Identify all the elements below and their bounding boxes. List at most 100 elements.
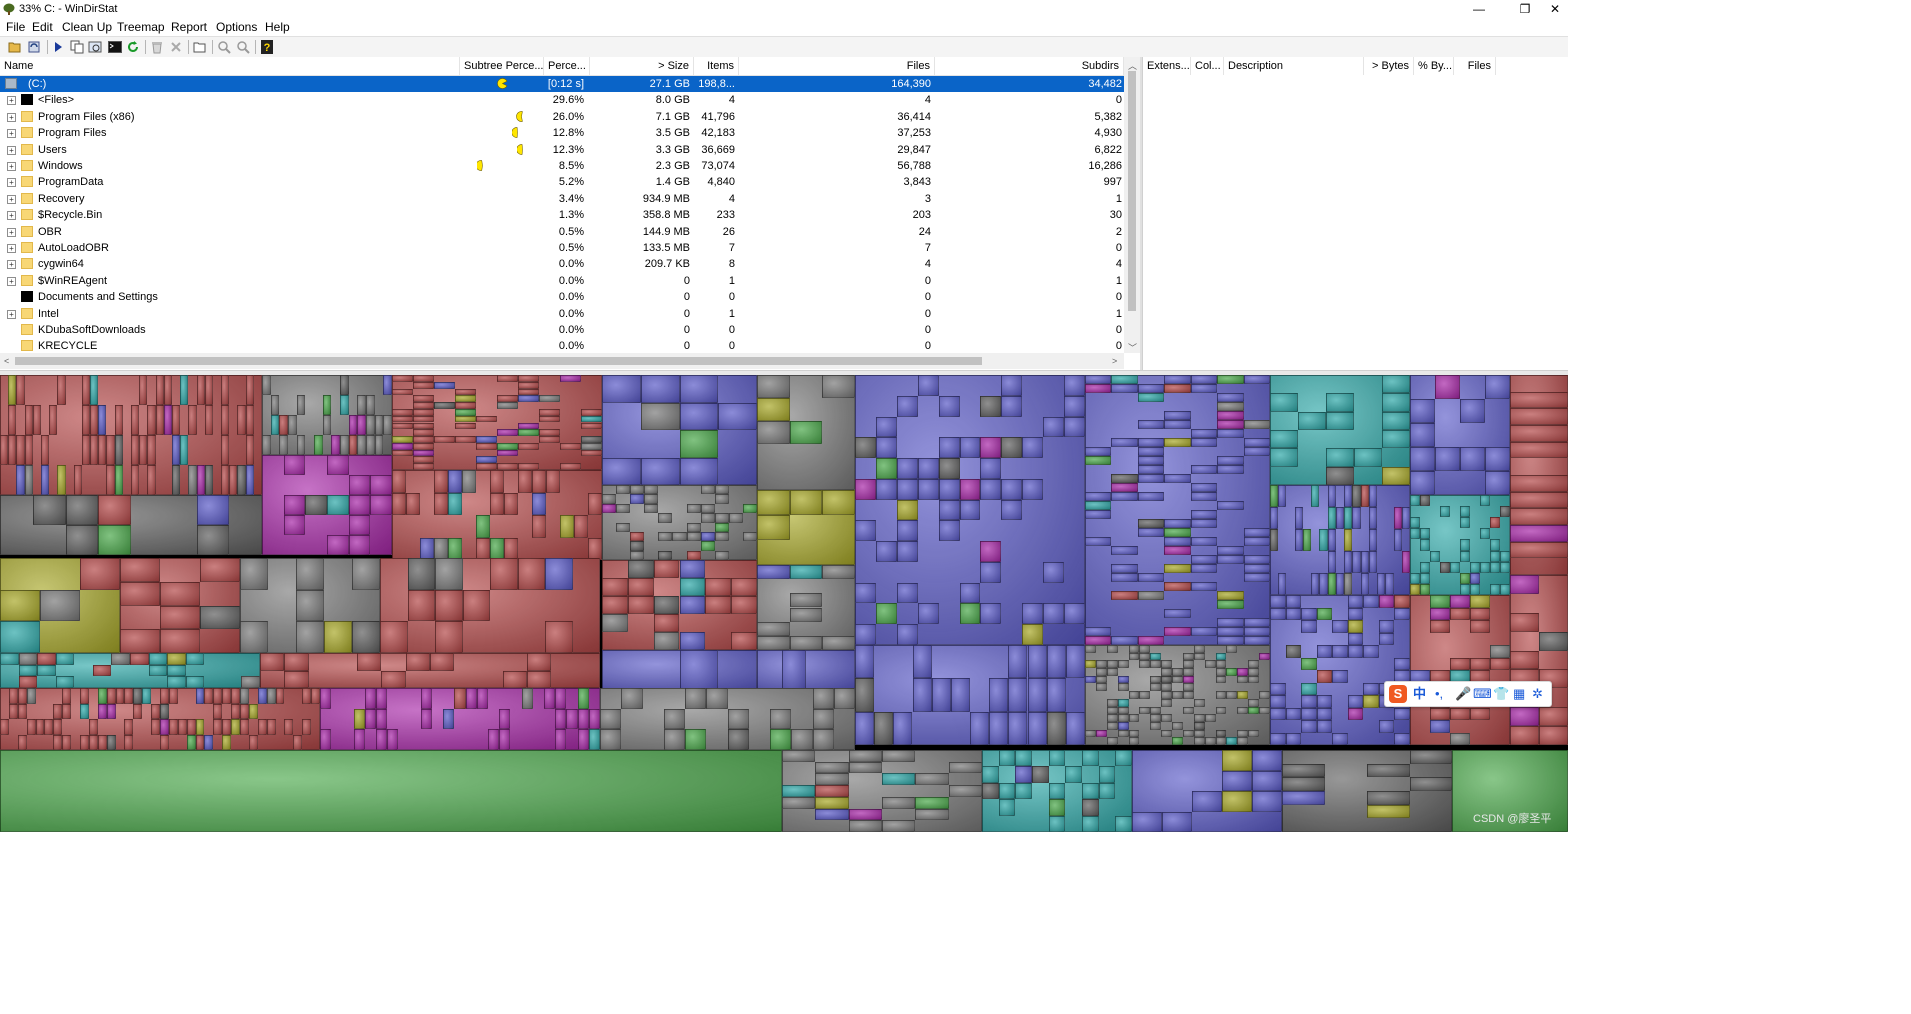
treemap-block[interactable] [560, 515, 574, 538]
treemap-block[interactable] [1164, 474, 1191, 483]
treemap-block[interactable] [1282, 777, 1325, 791]
treemap-block[interactable] [679, 402, 719, 430]
treemap-block[interactable] [1085, 447, 1112, 456]
treemap-block[interactable] [1480, 528, 1490, 540]
treemap-block[interactable] [1252, 791, 1282, 812]
treemap-block[interactable] [26, 719, 36, 735]
treemap-block[interactable] [1360, 573, 1369, 595]
treemap-block[interactable] [1226, 668, 1238, 676]
treemap-block[interactable] [1332, 670, 1348, 683]
treemap-block[interactable] [1137, 438, 1165, 447]
treemap-block[interactable] [1190, 384, 1218, 393]
table-row[interactable]: + Recovery 3.4% 934.9 MB 4 3 1 [0, 191, 1124, 207]
treemap-block[interactable] [1082, 799, 1099, 816]
treemap-block[interactable] [658, 513, 673, 523]
treemap-block[interactable] [1352, 485, 1361, 507]
treemap-block[interactable] [139, 435, 148, 465]
treemap-block[interactable] [186, 719, 196, 735]
treemap-block[interactable] [1490, 561, 1500, 573]
treemap-block[interactable] [1394, 607, 1410, 620]
treemap-block[interactable] [490, 558, 518, 590]
treemap-block[interactable] [0, 653, 19, 665]
treemap-block[interactable] [1106, 668, 1118, 676]
treemap-block[interactable] [1182, 660, 1194, 669]
treemap-block[interactable] [875, 416, 897, 438]
treemap-block[interactable] [1460, 539, 1470, 551]
treemap-block[interactable] [574, 515, 588, 538]
treemap-block[interactable] [407, 589, 435, 622]
treemap-block[interactable] [757, 635, 790, 650]
treemap-block[interactable] [160, 719, 169, 735]
treemap-block[interactable] [679, 430, 719, 458]
column-header-bytes[interactable]: > Bytes [1364, 57, 1414, 75]
treemap-block[interactable] [1111, 546, 1138, 555]
treemap-block[interactable] [221, 375, 230, 405]
treemap-block[interactable] [353, 708, 365, 730]
treemap-block[interactable] [163, 405, 172, 435]
treemap-block[interactable] [980, 541, 1002, 562]
treemap-block[interactable] [1237, 706, 1249, 715]
treemap-block[interactable] [1394, 732, 1410, 745]
treemap-block[interactable] [980, 395, 1002, 417]
treemap-block[interactable] [1193, 729, 1205, 738]
treemap-block[interactable] [124, 688, 134, 704]
treemap-block[interactable] [497, 402, 518, 409]
treemap-block[interactable] [455, 388, 476, 396]
treemap-block[interactable] [1335, 573, 1345, 595]
treemap-block[interactable] [822, 565, 855, 580]
treemap-block[interactable] [348, 435, 358, 455]
treemap-block[interactable] [1115, 750, 1132, 767]
treemap-block[interactable] [1460, 506, 1470, 518]
treemap-block[interactable] [938, 437, 960, 459]
treemap-block[interactable] [1420, 572, 1430, 584]
treemap-block[interactable] [1243, 375, 1270, 384]
treemap-block[interactable] [106, 688, 116, 704]
treemap-block[interactable] [1164, 546, 1191, 555]
table-row[interactable]: + $Recycle.Bin 1.3% 358.8 MB 233 203 30 [0, 207, 1124, 223]
treemap-block[interactable] [413, 436, 434, 443]
menu-clean-up[interactable]: Clean Up [62, 20, 112, 34]
treemap-block[interactable] [527, 653, 552, 671]
treemap-block[interactable] [714, 550, 729, 560]
treemap-block[interactable] [714, 531, 729, 542]
open-icon[interactable] [7, 39, 23, 55]
treemap-block[interactable] [1095, 683, 1107, 692]
treemap-block[interactable] [938, 478, 960, 500]
treemap-block[interactable] [912, 678, 932, 712]
treemap-block[interactable] [1032, 766, 1049, 783]
treemap-block[interactable] [1311, 485, 1320, 507]
treemap-block[interactable] [504, 492, 518, 515]
treemap-block[interactable] [296, 558, 324, 590]
treemap-block[interactable] [1470, 583, 1480, 595]
treemap-block[interactable] [896, 458, 918, 479]
treemap-block[interactable] [518, 429, 539, 437]
treemap-block[interactable] [413, 402, 434, 409]
skin-icon[interactable]: 👕 [1493, 685, 1509, 703]
treemap-block[interactable] [700, 513, 715, 523]
treemap-block[interactable] [383, 375, 392, 395]
treemap-block[interactable] [383, 415, 392, 435]
treemap-block[interactable] [982, 766, 999, 783]
treemap-block[interactable] [1352, 551, 1361, 573]
treemap-block[interactable] [653, 560, 680, 578]
menu-edit[interactable]: Edit [32, 20, 53, 34]
treemap-block[interactable] [1270, 732, 1286, 745]
treemap-block[interactable] [1259, 652, 1270, 661]
treemap-block[interactable] [504, 537, 518, 560]
menu-file[interactable]: File [6, 20, 25, 34]
column-header-size[interactable]: > Size [590, 57, 694, 75]
treemap-block[interactable] [1085, 501, 1112, 510]
treemap-block[interactable] [1164, 582, 1191, 591]
treemap-block[interactable] [1470, 620, 1490, 633]
treemap-block[interactable] [1460, 517, 1470, 529]
treemap-block[interactable] [1301, 607, 1317, 620]
treemap-block[interactable] [106, 734, 116, 750]
treemap-block[interactable] [1243, 627, 1270, 636]
treemap-block[interactable] [1401, 551, 1410, 573]
treemap-block[interactable] [1470, 657, 1490, 670]
treemap-block[interactable] [1394, 595, 1410, 608]
treemap-block[interactable] [658, 550, 673, 560]
treemap-block[interactable] [959, 478, 981, 500]
treemap-block[interactable] [204, 688, 214, 704]
treemap-block[interactable] [148, 664, 168, 677]
